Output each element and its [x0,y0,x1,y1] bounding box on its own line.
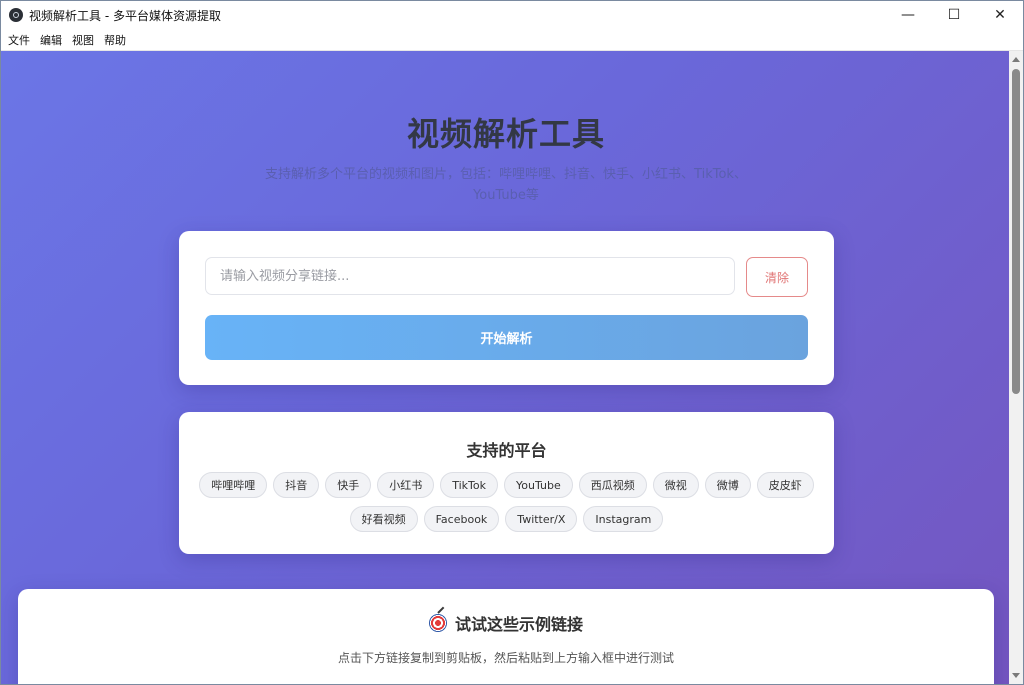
menu-help[interactable]: 帮助 [104,32,126,48]
platforms-title: 支持的平台 [466,441,547,460]
page-subtitle: 支持解析多个平台的视频和图片，包括：哔哩哔哩、抖音、快手、小红书、TikTok、… [265,167,747,203]
menu-bar: 文件 编辑 视图 帮助 [1,29,1023,51]
examples-card: 试试这些示例链接 点击下方链接复制到剪贴板，然后粘贴到上方输入框中进行测试 [18,589,994,684]
examples-heading: 试试这些示例链接 [18,611,994,635]
app-window: 视频解析工具 - 多平台媒体资源提取 — ☐ ✕ 文件 编辑 视图 帮助 视频解… [0,0,1024,685]
input-card: 清除 开始解析 [179,231,834,385]
menu-view[interactable]: 视图 [72,32,94,48]
platform-chip-instagram: Instagram [583,506,664,532]
platform-chip-youtube: YouTube [504,472,573,498]
menu-edit[interactable]: 编辑 [40,32,62,48]
title-bar: 视频解析工具 - 多平台媒体资源提取 — ☐ ✕ [1,1,1023,29]
close-button[interactable]: ✕ [977,1,1023,29]
platform-chip-weibo: 微博 [704,472,751,498]
platform-chip-xiaohongshu: 小红书 [377,472,435,498]
platform-chip-tiktok: TikTok [440,472,499,498]
menu-file[interactable]: 文件 [8,32,30,48]
window-controls: — ☐ ✕ [885,1,1023,29]
platform-chip-haokan: 好看视频 [349,506,418,532]
scroll-down-icon[interactable] [1012,673,1020,678]
platform-row-2: 好看视频 Facebook Twitter/X Instagram [179,506,834,532]
parse-button[interactable]: 开始解析 [205,315,808,360]
page-title: 视频解析工具 [406,115,605,153]
examples-title: 试试这些示例链接 [454,615,583,634]
scroll-thumb[interactable] [1012,69,1020,394]
minimize-button[interactable]: — [885,1,931,29]
vertical-scrollbar[interactable] [1009,51,1023,684]
platform-chip-pipixia: 皮皮虾 [756,472,814,498]
platform-chip-xigua: 西瓜视频 [578,472,647,498]
content-viewport: 视频解析工具 支持解析多个平台的视频和图片，包括：哔哩哔哩、抖音、快手、小红书、… [1,51,1023,684]
app-icon [9,8,23,22]
platform-chip-twitter: Twitter/X [505,506,578,532]
platform-row-1: 哔哩哔哩 抖音 快手 小红书 TikTok YouTube 西瓜视频 微视 微博… [179,472,834,498]
platform-chip-weishi: 微视 [652,472,699,498]
url-input[interactable] [205,257,735,295]
examples-subtitle: 点击下方链接复制到剪贴板，然后粘贴到上方输入框中进行测试 [337,651,674,665]
platform-chip-bilibili: 哔哩哔哩 [199,472,268,498]
platform-chip-facebook: Facebook [423,506,500,532]
clear-button[interactable]: 清除 [746,257,808,297]
platform-chip-kuaishou: 快手 [325,472,372,498]
scroll-up-icon[interactable] [1012,57,1020,62]
target-icon [428,614,447,632]
maximize-button[interactable]: ☐ [931,1,977,29]
window-title: 视频解析工具 - 多平台媒体资源提取 [29,8,221,23]
platform-chip-douyin: 抖音 [273,472,320,498]
platforms-card: 支持的平台 哔哩哔哩 抖音 快手 小红书 TikTok YouTube 西瓜视频… [179,412,834,554]
